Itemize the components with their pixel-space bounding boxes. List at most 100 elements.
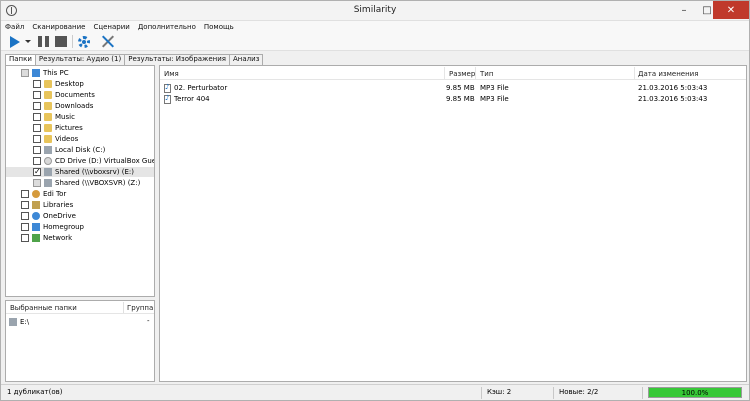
network-icon <box>32 234 40 242</box>
menu-file[interactable]: Файл <box>1 23 28 31</box>
file-size: 9.85 MB <box>446 84 475 92</box>
tree-checkbox[interactable] <box>21 223 29 231</box>
app-window: Similarity – □ ✕ Файл Сканирование Сцена… <box>0 0 750 401</box>
menu-bar: Файл Сканирование Сценарии Дополнительно… <box>1 21 749 32</box>
tree-item-downloads[interactable]: Downloads <box>33 101 93 111</box>
settings-gear-icon[interactable] <box>76 34 92 49</box>
tree-item-label: Shared (\\VBOXSVR) (Z:) <box>55 179 141 187</box>
toolbar-separator <box>72 35 73 48</box>
column-header-type[interactable]: Тип <box>480 70 493 78</box>
folder-icon <box>44 80 52 88</box>
tree-item-this-pc[interactable]: This PC <box>21 68 69 78</box>
table-row[interactable]: 02. Perturbator 9.85 MB MP3 File 21.03.2… <box>160 83 746 94</box>
menu-help[interactable]: Помощь <box>200 23 238 31</box>
tree-item-label: Downloads <box>55 102 94 110</box>
homegroup-icon <box>32 223 40 231</box>
status-new: Новые: 2/2 <box>559 388 599 396</box>
close-icon[interactable]: ✕ <box>713 1 749 19</box>
libraries-icon <box>32 201 40 209</box>
tree-checkbox[interactable] <box>33 102 41 110</box>
column-header-group[interactable]: Группа <box>127 304 153 312</box>
tree-item-cd-drive[interactable]: CD Drive (D:) VirtualBox Guest A <box>33 156 154 166</box>
folder-icon <box>44 124 52 132</box>
selected-folders-header: Выбранные папки Группа <box>6 301 154 314</box>
disk-icon <box>44 146 52 154</box>
file-name: 02. Perturbator <box>174 84 228 92</box>
selected-folder-group: - <box>147 317 150 325</box>
tree-item-libraries[interactable]: Libraries <box>21 200 73 210</box>
pc-icon <box>32 69 40 77</box>
selected-folder-row[interactable]: E:\ <box>9 317 153 327</box>
audio-file-icon <box>164 83 171 93</box>
menu-extra[interactable]: Дополнительно <box>134 23 200 31</box>
tree-item-label: CD Drive (D:) VirtualBox Guest A <box>55 157 154 165</box>
tree-checkbox[interactable] <box>21 190 29 198</box>
tree-checkbox[interactable] <box>33 157 41 165</box>
tree-item-network[interactable]: Network <box>21 233 72 243</box>
status-separator <box>642 387 643 399</box>
tree-checkbox[interactable] <box>33 124 41 132</box>
play-icon[interactable] <box>7 34 23 49</box>
table-row[interactable]: Terror 404 9.85 MB MP3 File 21.03.2016 5… <box>160 94 746 105</box>
column-header-size[interactable]: Размер <box>449 70 475 78</box>
menu-scenarios[interactable]: Сценарии <box>89 23 133 31</box>
file-list-header: Имя Размер Тип Дата изменения <box>160 66 746 80</box>
network-drive-icon <box>44 168 52 176</box>
tree-item-onedrive[interactable]: OneDrive <box>21 211 76 221</box>
tree-item-shared-e[interactable]: Shared (\\vboxsrv) (E:) <box>6 167 154 177</box>
folder-icon <box>44 91 52 99</box>
tree-item-label: Libraries <box>43 201 74 209</box>
file-date: 21.03.2016 5:03:43 <box>638 84 708 92</box>
pause-icon[interactable] <box>35 34 51 49</box>
tree-checkbox[interactable] <box>21 69 29 77</box>
tree-checkbox[interactable] <box>33 91 41 99</box>
tree-item-user[interactable]: Edi Tor <box>21 189 66 199</box>
tab-analysis[interactable]: Анализ <box>229 54 264 65</box>
tree-checkbox[interactable] <box>21 234 29 242</box>
selected-folders-panel[interactable]: Выбранные папки Группа E:\ - <box>5 300 155 382</box>
status-duplicates: 1 дубликат(ов) <box>7 388 63 396</box>
tree-item-documents[interactable]: Documents <box>33 90 95 100</box>
file-list[interactable]: Имя Размер Тип Дата изменения 02. Pertur… <box>159 65 747 382</box>
progress-bar: 100.0% <box>648 387 742 398</box>
tab-image-results[interactable]: Результаты: Изображения <box>124 54 231 65</box>
tree-item-pictures[interactable]: Pictures <box>33 123 83 133</box>
tree-item-label: Videos <box>55 135 79 143</box>
column-header-folders[interactable]: Выбранные папки <box>10 304 77 312</box>
tree-item-shared-z[interactable]: Shared (\\VBOXSVR) (Z:) <box>33 178 140 188</box>
tree-checkbox[interactable] <box>33 135 41 143</box>
tree-checkbox[interactable] <box>33 146 41 154</box>
file-name: Terror 404 <box>174 95 210 103</box>
stop-icon[interactable] <box>53 34 69 49</box>
progress-text: 100.0% <box>681 389 709 397</box>
folder-tree[interactable]: This PC Desktop Documents Downloads Musi… <box>5 65 155 297</box>
tree-item-videos[interactable]: Videos <box>33 134 78 144</box>
column-header-date[interactable]: Дата изменения <box>638 70 698 78</box>
tree-checkbox[interactable] <box>33 167 41 176</box>
tree-checkbox[interactable] <box>33 80 41 88</box>
tree-item-label: Documents <box>55 91 95 99</box>
tools-icon[interactable] <box>99 34 115 49</box>
tree-checkbox[interactable] <box>33 113 41 121</box>
file-type: MP3 File <box>480 95 509 103</box>
column-separator <box>444 67 445 79</box>
status-separator <box>553 387 554 399</box>
tab-audio-results[interactable]: Результаты: Аудио (1) <box>34 54 126 65</box>
tree-item-label: OneDrive <box>43 212 76 220</box>
title-bar: Similarity – □ ✕ <box>1 1 749 21</box>
tree-item-label: Music <box>55 113 75 121</box>
tree-checkbox[interactable] <box>21 212 29 220</box>
tree-item-music[interactable]: Music <box>33 112 75 122</box>
menu-scan[interactable]: Сканирование <box>28 23 89 31</box>
tree-item-local-disk[interactable]: Local Disk (C:) <box>33 145 105 155</box>
column-separator <box>634 67 635 79</box>
dropdown-caret-icon[interactable] <box>24 34 32 49</box>
audio-file-icon <box>164 94 171 104</box>
tree-checkbox[interactable] <box>21 201 29 209</box>
tree-item-desktop[interactable]: Desktop <box>33 79 84 89</box>
column-header-name[interactable]: Имя <box>164 70 179 78</box>
tree-checkbox[interactable] <box>33 179 41 187</box>
tree-item-homegroup[interactable]: Homegroup <box>21 222 84 232</box>
file-size: 9.85 MB <box>446 95 475 103</box>
folder-icon <box>44 113 52 121</box>
